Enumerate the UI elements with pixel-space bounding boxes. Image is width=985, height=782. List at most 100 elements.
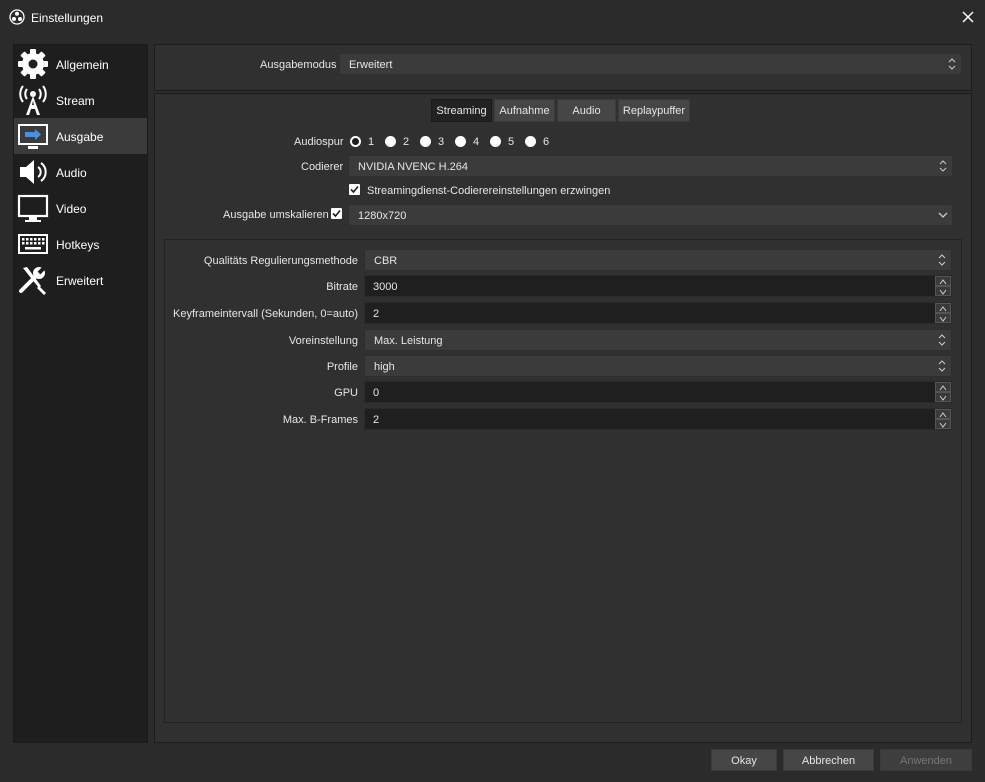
sidebar-item-label: Ausgabe [56,130,104,144]
preset-value: Max. Leistung [374,335,443,347]
gpu-value: 0 [373,387,380,399]
spin-down-button[interactable] [935,313,951,323]
output-mode-label: Ausgabemodus [260,59,337,71]
sidebar-item-label: Erweitert [56,274,104,288]
chevron-down-icon [939,422,947,428]
obs-logo-icon [9,9,25,25]
window-title: Einstellungen [31,11,104,25]
bframes-spinbox[interactable]: 2 [364,408,952,430]
sidebar-item-label: Stream [56,94,95,108]
audio-track-radio-4[interactable] [455,136,466,147]
spin-up-button[interactable] [935,382,951,392]
tab-aufnahme[interactable]: Aufnahme [494,99,555,122]
sidebar-item-ausgabe[interactable]: Ausgabe [14,118,147,154]
tab-replaypuffer[interactable]: Replaypuffer [618,99,690,122]
gear-icon [18,49,48,79]
bframes-value: 2 [373,414,380,426]
enforce-encoder-checkbox[interactable] [349,184,360,195]
sidebar-item-stream[interactable]: Stream [14,82,147,118]
bframes-label: Max. B-Frames [282,414,358,426]
gpu-label: GPU [334,387,358,399]
rescale-resolution-value: 1280x720 [358,210,407,222]
antenna-icon [19,85,47,115]
audio-track-option-label: 4 [473,136,480,148]
spin-down-button[interactable] [935,392,951,402]
bitrate-value: 3000 [373,281,398,293]
chevron-down-icon [939,289,947,295]
rescale-label: Ausgabe umskalieren [223,209,329,221]
sidebar-item-label: Hotkeys [56,238,100,252]
chevron-down-icon [939,395,947,401]
sidebar-item-label: Video [56,202,87,216]
audio-track-radio-5[interactable] [490,136,501,147]
speaker-icon [20,160,47,184]
apply-button[interactable]: Anwenden [880,749,972,771]
spin-down-button[interactable] [935,286,951,296]
cancel-button[interactable]: Abbrechen [783,749,874,771]
audio-track-label: Audiospur [294,136,344,148]
audio-track-option-label: 6 [543,136,550,148]
keyframe-spinbox[interactable]: 2 [364,302,952,324]
spin-up-button[interactable] [935,303,951,313]
keyframe-value: 2 [373,308,380,320]
audio-track-option-label: 1 [368,136,375,148]
tab-audio[interactable]: Audio [557,99,616,122]
spin-down-button[interactable] [935,419,951,429]
chevron-up-icon [939,306,947,312]
gpu-spinbox[interactable]: 0 [364,381,952,403]
output-mode-select[interactable]: Erweitert [339,53,962,75]
spin-up-button[interactable] [935,276,951,286]
keyboard-icon [18,234,48,254]
audio-track-option-label: 5 [508,136,515,148]
monitor-icon [17,194,49,222]
chevron-down-icon [938,212,948,218]
profile-select[interactable]: high [364,355,952,377]
rescale-resolution-select[interactable]: 1280x720 [348,204,953,226]
updown-arrows-icon [938,254,946,266]
sidebar-item-hotkeys[interactable]: Hotkeys [14,226,147,262]
updown-arrows-icon [948,58,956,70]
keyframe-label: Keyframeintervall (Sekunden, 0=auto) [173,308,358,320]
updown-arrows-icon [938,360,946,372]
sidebar-item-audio[interactable]: Audio [14,154,147,190]
checkmark-icon [332,209,341,218]
tab-streaming[interactable]: Streaming [431,99,492,122]
close-icon[interactable] [959,8,977,26]
chevron-up-icon [939,412,947,418]
output-monitor-icon [18,124,48,149]
audio-track-radio-6[interactable] [525,136,536,147]
encoder-value: NVIDIA NVENC H.264 [358,161,469,173]
spin-up-button[interactable] [935,409,951,419]
title-bar: Einstellungen [0,0,985,35]
audio-track-radio-2[interactable] [385,136,396,147]
audio-track-radio-3[interactable] [420,136,431,147]
rate-control-label: Qualitäts Regulierungsmethode [203,255,358,267]
encoder-select[interactable]: NVIDIA NVENC H.264 [348,155,953,177]
checkmark-icon [350,185,359,194]
sidebar-item-label: Allgemein [56,58,109,72]
output-mode-value: Erweitert [349,59,393,71]
sidebar-item-erweitert[interactable]: Erweitert [14,262,147,298]
preset-select[interactable]: Max. Leistung [364,329,952,351]
profile-label: Profile [326,361,358,373]
enforce-encoder-label: Streamingdienst-Codierereinstellungen er… [367,185,611,197]
chevron-up-icon [939,385,947,391]
sidebar-item-label: Audio [56,166,87,180]
rate-control-value: CBR [374,255,398,267]
sidebar-item-video[interactable]: Video [14,190,147,226]
rescale-checkbox[interactable] [331,208,342,219]
wrench-screwdriver-icon [19,265,47,295]
audio-track-radio-1[interactable] [350,136,361,147]
okay-button[interactable]: Okay [711,749,777,771]
rate-control-select[interactable]: CBR [364,249,952,271]
encoder-label: Codierer [301,161,344,173]
sidebar-item-allgemein[interactable]: Allgemein [14,46,147,82]
chevron-down-icon [939,316,947,322]
preset-label: Voreinstellung [288,335,358,347]
profile-value: high [374,361,395,373]
audio-track-option-label: 3 [438,136,445,148]
settings-sidebar: Allgemein Stream Ausgabe Audio Video Hot… [13,44,148,743]
bitrate-spinbox[interactable]: 3000 [364,275,952,297]
bitrate-label: Bitrate [326,281,358,293]
chevron-up-icon [939,279,947,285]
